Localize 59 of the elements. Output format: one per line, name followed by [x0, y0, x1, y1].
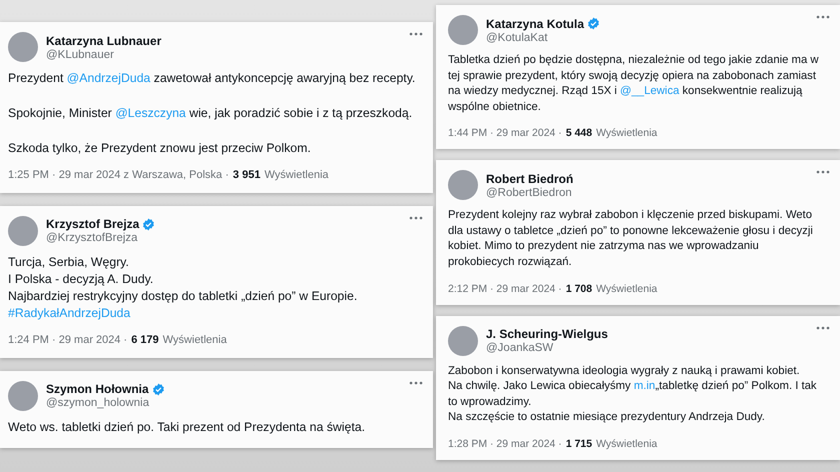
avatar-placeholder — [448, 170, 478, 200]
more-icon[interactable] — [816, 326, 830, 330]
views-label: Wyświetlenia — [264, 168, 329, 181]
avatar-placeholder — [448, 15, 478, 45]
views-label: Wyświetlenia — [162, 334, 227, 346]
author-name: Szymon Hołownia — [46, 382, 149, 396]
tweet-text: Turcja, Serbia, Węgry. — [8, 254, 130, 271]
tweet-timestamp: 1:44 PM · 29 mar 2024 · — [448, 127, 562, 140]
mention-link[interactable]: @__Lewica — [620, 85, 680, 98]
view-count: 5 448 — [566, 127, 592, 140]
author-name: J. Scheuring-Wielgus — [486, 327, 608, 342]
tweet-timestamp: 1:25 PM · 29 mar 2024 z Warszawa, Polska · — [8, 168, 229, 181]
tweet-timestamp: 2:12 PM · 29 mar 2024 · — [448, 282, 562, 295]
verified-badge-icon — [152, 382, 165, 396]
tweet-text: Szkoda tylko, że Prezydent znowu jest przeciw Polkom. — [8, 140, 312, 157]
more-icon[interactable] — [816, 15, 830, 19]
view-count: 1 715 — [566, 438, 592, 450]
more-icon[interactable] — [409, 32, 423, 36]
views-label: Wyświetlenia — [596, 127, 658, 140]
tweet-text: Najbardziej restrykcyjny dostęp do tabletki „dzień po” w Europie. — [8, 288, 358, 305]
author-handle: @KrzysztofBrejza — [46, 232, 139, 244]
view-count: 1 708 — [566, 282, 592, 295]
verified-badge-icon — [587, 17, 600, 30]
view-count: 3 951 — [232, 168, 260, 181]
author-handle: @szymon_holownia — [46, 397, 150, 410]
avatar-placeholder — [8, 32, 38, 62]
more-icon[interactable] — [409, 216, 423, 220]
more-icon[interactable] — [409, 380, 423, 385]
tweet-text: I Polska - decyzją A. Dudy. — [8, 270, 154, 288]
tweet-timestamp: 1:24 PM · 29 mar 2024 · — [8, 334, 128, 346]
tweet-text: Na chwilę. Jako Lewica obiecałyśmy m.in„tabletkę dzień po” Polkom. I tak to wprowadzimy. — [448, 379, 818, 410]
author-name: Katarzyna Lubnauer — [46, 34, 162, 48]
mention-link[interactable]: m.in — [634, 380, 656, 392]
mention-link[interactable]: @AndrzejDuda — [66, 71, 150, 85]
tweet-text: Tabletka dzień po będzie dostępna, niezależnie od tego jakie zdanie ma w tej sprawie prezydent, który swoją decyzję opiera na zabobonach zamiast na wiedzy medycznej. Rząd 15X i @__Lewica konsekwentnie realizują wspólne obietnice. — [448, 53, 820, 115]
view-count: 6 179 — [131, 334, 159, 346]
views-label: Wyświetlenia — [596, 438, 658, 450]
avatar-placeholder — [8, 380, 38, 411]
author-name: Katarzyna Kotula — [486, 16, 584, 30]
mention-link[interactable]: #RadykałAndrzejDuda — [8, 306, 130, 320]
avatar-placeholder — [8, 216, 38, 246]
tweet-text: Zabobon i konserwatywna ideologia wygrały z nauką i prawami kobiet. — [448, 364, 801, 379]
tweet-text: Spokojnie, Minister @Leszczyna wie, jak poradzić sobie i z tą przeszkodą. — [8, 104, 414, 122]
tweet-text: Weto ws. tabletki dzień po. Taki prezent od Prezydenta na święta. — [8, 418, 366, 436]
author-handle: @KotulaKat — [486, 32, 549, 44]
author-handle: @KLubnauer — [46, 48, 115, 60]
views-label: Wyświetlenia — [596, 282, 658, 295]
more-icon[interactable] — [816, 170, 830, 174]
author-name: Krzysztof Brejza — [46, 217, 140, 232]
verified-badge-icon — [142, 218, 156, 231]
author-name: Robert Biedroń — [486, 172, 574, 186]
mention-link[interactable]: @Leszczyna — [115, 106, 186, 120]
tweet-text: Na szczęście to ostatnie miesiące prezydentury Andrzeja Dudy. — [448, 410, 766, 426]
tweet-timestamp: 1:28 PM · 29 mar 2024 · — [448, 438, 562, 450]
tweet-text: Prezydent @AndrzejDuda zawetował antykoncepcję awaryjną bez recepty. — [8, 70, 416, 87]
tweet-text: Prezydent kolejny raz wybrał zabobon i klęczenie przed biskupami. Weto dla ustawy o tabletce „dzień po” to ponowne lekceważenie głosu i decyzji kobiet. Mimo to prezydent nie zatrzyma nas we wprowadzaniu prokobiecych rozwiązań. — [448, 208, 814, 270]
author-handle: @RobertBiedron — [486, 186, 573, 199]
author-handle: @JoankaSW — [486, 342, 554, 354]
avatar-placeholder — [448, 326, 478, 356]
